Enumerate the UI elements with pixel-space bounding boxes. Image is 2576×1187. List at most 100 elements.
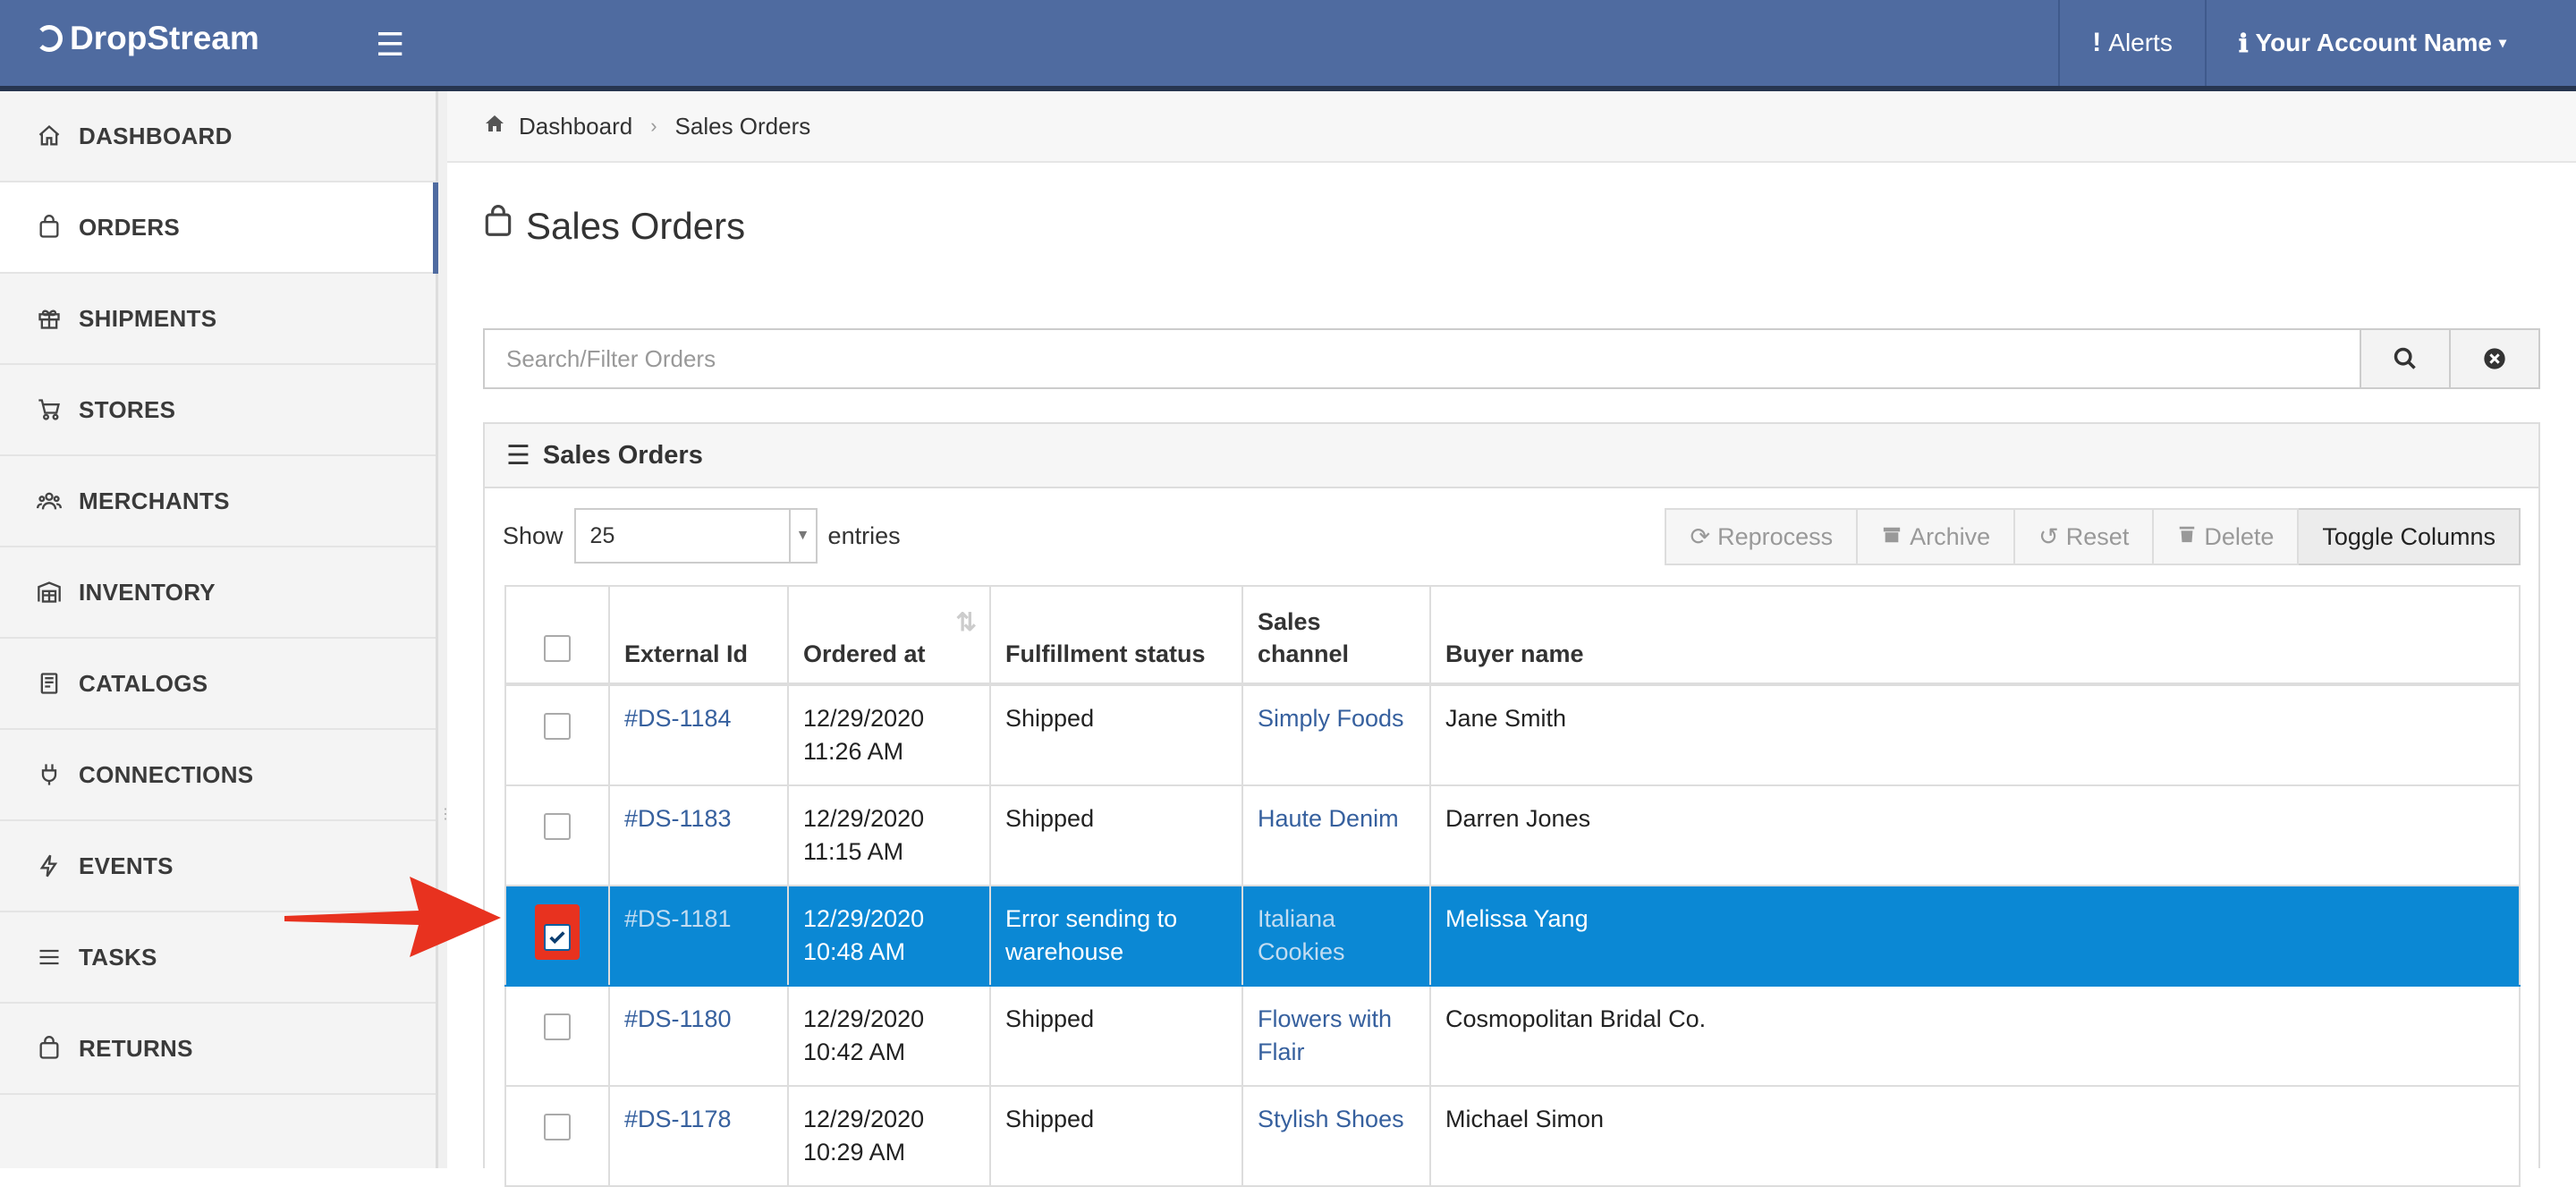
sidebar-item-label: EVENTS	[79, 852, 174, 879]
sales-channel-link[interactable]: Flowers with Flair	[1258, 1005, 1392, 1065]
sales-channel-link[interactable]: Italiana Cookies	[1258, 905, 1345, 965]
gift-icon	[36, 305, 63, 332]
archive-button[interactable]: Archive	[1858, 508, 2016, 565]
breadcrumb-dashboard-link[interactable]: Dashboard	[519, 113, 632, 140]
page-title-text: Sales Orders	[526, 205, 746, 247]
logo-icon	[36, 25, 63, 52]
top-navbar: DropStream ☰ ! Alerts ℹ Your Account Nam…	[0, 0, 2576, 91]
warehouse-icon	[36, 579, 63, 606]
sidebar-item-inventory[interactable]: INVENTORY	[0, 547, 436, 639]
sidebar-item-dashboard[interactable]: DASHBOARD	[0, 91, 436, 182]
sidebar-item-returns[interactable]: RETURNS	[0, 1004, 436, 1095]
users-icon	[36, 488, 63, 514]
sidebar-item-label: SHIPMENTS	[79, 304, 217, 332]
sidebar-resize-gutter[interactable]	[438, 91, 447, 1168]
list-icon	[36, 944, 63, 971]
search-button[interactable]	[2361, 328, 2451, 389]
order-id-link[interactable]: #DS-1178	[624, 1106, 732, 1132]
sort-icon[interactable]: ⇅	[956, 606, 977, 639]
ordered-at-cell: 12/29/2020 10:29 AM	[788, 1086, 991, 1187]
fulfillment-status-cell: Error sending to warehouse	[990, 886, 1243, 987]
bolt-icon	[36, 852, 63, 879]
account-menu[interactable]: ℹ Your Account Name ▾	[2204, 0, 2576, 86]
search-bar	[483, 328, 2540, 389]
sales-channel-header[interactable]: Sales channel	[1242, 585, 1431, 686]
delete-button[interactable]: Delete	[2154, 508, 2300, 565]
ordered-at-cell: 12/29/2020 10:48 AM	[788, 886, 991, 987]
fulfillment-status-cell: Shipped	[990, 785, 1243, 886]
entries-value: 25	[589, 522, 615, 548]
orders-table: External Id Ordered at ⇅ Fulfillment sta…	[504, 585, 2521, 1187]
sales-orders-panel: ☰ Sales Orders Show 25 ▼ entries ⟳ Repro…	[483, 422, 2540, 1187]
entries-select[interactable]: 25 ▼	[573, 508, 818, 564]
shopping-bag-icon	[481, 204, 515, 249]
sidebar-item-label: RETURNS	[79, 1034, 193, 1062]
sidebar-item-connections[interactable]: CONNECTIONS	[0, 730, 436, 821]
sidebar-item-label: STORES	[79, 395, 176, 423]
logo-text: DropStream	[70, 20, 259, 56]
cart-icon	[36, 396, 63, 423]
exclamation-icon: !	[2092, 28, 2102, 57]
reprocess-button[interactable]: ⟳ Reprocess	[1665, 508, 1859, 565]
order-id-link[interactable]: #DS-1183	[624, 805, 732, 832]
sales-channel-link[interactable]: Stylish Shoes	[1258, 1106, 1404, 1132]
select-all-header	[504, 585, 610, 686]
sales-channel-link[interactable]: Simply Foods	[1258, 705, 1404, 732]
delete-label: Delete	[2204, 522, 2275, 550]
order-id-link[interactable]: #DS-1181	[624, 905, 732, 932]
book-icon	[36, 670, 63, 697]
ordered-at-cell: 12/29/2020 10:42 AM	[788, 986, 991, 1087]
ordered-at-cell: 12/29/2020 11:15 AM	[788, 785, 991, 886]
table-row[interactable]: #DS-1183 12/29/2020 11:15 AM Shipped Hau…	[504, 785, 2521, 886]
annotation-highlight-box	[535, 904, 580, 960]
sidebar-item-stores[interactable]: STORES	[0, 365, 436, 456]
toggle-columns-button[interactable]: Toggle Columns	[2299, 508, 2521, 565]
logo[interactable]: DropStream	[36, 20, 259, 57]
clear-search-button[interactable]	[2451, 328, 2540, 389]
trash-icon	[2177, 523, 2197, 551]
resize-grip-icon[interactable]: ⋮	[438, 805, 453, 832]
table-row[interactable]: #DS-1184 12/29/2020 11:26 AM Shipped Sim…	[504, 684, 2521, 786]
row-checkbox[interactable]	[544, 813, 571, 840]
table-row[interactable]: #DS-1178 12/29/2020 10:29 AM Shipped Sty…	[504, 1086, 2521, 1187]
archive-label: Archive	[1910, 522, 1991, 550]
menu-toggle-icon[interactable]: ☰	[376, 29, 404, 61]
fulfillment-status-header[interactable]: Fulfillment status	[990, 585, 1243, 686]
archive-icon	[1881, 523, 1902, 551]
row-checkbox[interactable]	[544, 1013, 571, 1040]
sidebar-item-label: TASKS	[79, 943, 157, 971]
reset-button[interactable]: ↺ Reset	[2015, 508, 2155, 565]
annotation-arrow-icon	[284, 877, 501, 957]
select-all-checkbox[interactable]	[544, 635, 571, 662]
order-id-link[interactable]: #DS-1180	[624, 1005, 732, 1032]
sidebar-item-catalogs[interactable]: CATALOGS	[0, 639, 436, 730]
breadcrumb-current: Sales Orders	[674, 112, 811, 140]
buyer-name-header[interactable]: Buyer name	[1430, 585, 2521, 686]
table-row-selected[interactable]: #DS-1181 12/29/2020 10:48 AM Error sendi…	[504, 886, 2521, 987]
sidebar-item-orders[interactable]: ORDERS	[0, 182, 438, 274]
row-checkbox[interactable]	[544, 713, 571, 740]
fulfillment-status-cell: Shipped	[990, 986, 1243, 1087]
entries-label: entries	[827, 521, 901, 549]
search-input[interactable]	[483, 328, 2361, 389]
show-label: Show	[503, 521, 564, 549]
table-row[interactable]: #DS-1180 12/29/2020 10:42 AM Shipped Flo…	[504, 986, 2521, 1087]
toggle-columns-label: Toggle Columns	[2322, 522, 2496, 550]
ordered-at-label: Ordered at	[803, 640, 926, 667]
sidebar-item-label: CATALOGS	[79, 669, 208, 697]
row-checkbox[interactable]	[544, 1114, 571, 1140]
sidebar-item-shipments[interactable]: SHIPMENTS	[0, 274, 436, 365]
shopping-bag-icon	[36, 214, 63, 241]
caret-down-icon: ▾	[2498, 36, 2506, 51]
panel-title: Sales Orders	[542, 440, 703, 470]
ordered-at-header[interactable]: Ordered at ⇅	[788, 585, 991, 686]
alerts-button[interactable]: ! Alerts	[2058, 0, 2205, 86]
row-checkbox-checked[interactable]	[544, 924, 571, 951]
page-title: Sales Orders	[481, 204, 745, 249]
search-icon	[2394, 347, 2416, 369]
bag-return-icon	[36, 1035, 63, 1062]
order-id-link[interactable]: #DS-1184	[624, 705, 732, 732]
sales-channel-link[interactable]: Haute Denim	[1258, 805, 1399, 832]
sidebar-item-merchants[interactable]: MERCHANTS	[0, 456, 436, 547]
external-id-header[interactable]: External Id	[609, 585, 789, 686]
